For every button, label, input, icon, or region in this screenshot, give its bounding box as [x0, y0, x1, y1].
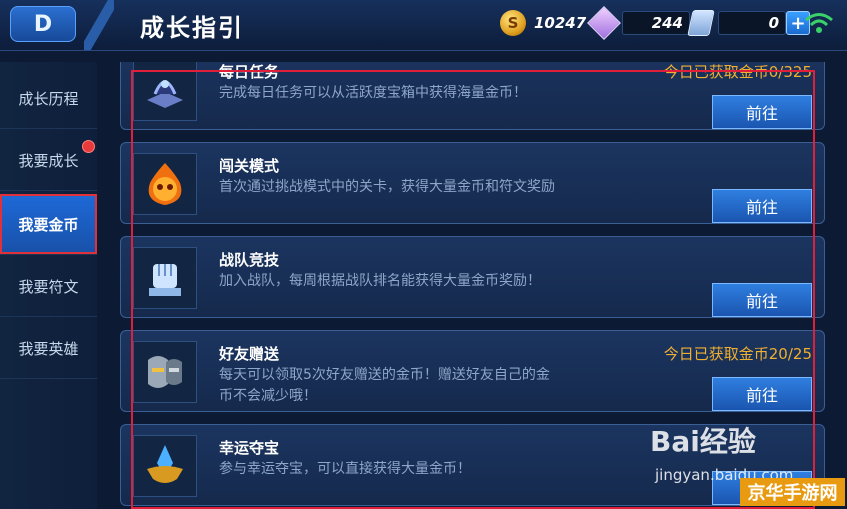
go-button[interactable]: 前往: [712, 283, 812, 317]
task-description: 参与幸运夺宝，可以直接获得大量金币！: [219, 461, 471, 477]
task-description: 首次通过挑战模式中的关卡，获得大量金币和符文奖励: [219, 179, 555, 195]
task-title: 幸运夺宝: [219, 439, 280, 457]
task-progress: 今日已获取金币20/25: [663, 345, 812, 363]
sidebar-item-heroes[interactable]: 我要英雄: [0, 318, 97, 379]
fist-icon: [133, 247, 197, 309]
task-card-friends: 好友赠送 每天可以领取5次好友赠送的金币！赠送好友自己的金币不会减少哦！ 今日已…: [120, 330, 825, 412]
task-title: 每日任务: [219, 63, 280, 81]
crystal-icon: [133, 435, 197, 497]
title-divider: [84, 0, 114, 50]
go-button[interactable]: 前往: [712, 95, 812, 129]
diamond-icon: [587, 6, 621, 40]
sidebar-item-growth-history[interactable]: 成长历程: [0, 68, 97, 129]
task-title: 战队竞技: [219, 251, 280, 269]
watermark-site: 京华手游网: [740, 478, 845, 506]
sidebar-item-grow[interactable]: 我要成长: [0, 130, 97, 191]
voucher-amount: 0: [768, 14, 779, 32]
go-button[interactable]: 前往: [712, 377, 812, 411]
watermark-brand: Bai经验: [650, 425, 756, 458]
diamond-counter: 244: [587, 6, 690, 40]
sidebar-item-runes[interactable]: 我要符文: [0, 256, 97, 317]
task-description: 加入战队，每周根据战队排名能获得大量金币奖励！: [219, 273, 541, 289]
task-progress: 今日已获取金币0/325: [663, 63, 812, 81]
go-button[interactable]: 前往: [712, 189, 812, 223]
book-icon: [133, 62, 197, 121]
task-card-team: 战队竞技 加入战队，每周根据战队排名能获得大量金币奖励！ 前往: [120, 236, 825, 318]
flame-skull-icon: [133, 153, 197, 215]
wifi-icon: [805, 13, 833, 33]
sidebar: 成长历程 我要成长 我要金币 我要符文 我要英雄: [0, 62, 97, 509]
voucher-counter: 0 +: [687, 10, 810, 36]
gold-coin-icon: S: [500, 10, 526, 36]
back-button[interactable]: D: [10, 6, 76, 42]
gold-amount: 10247: [534, 14, 587, 32]
task-card-daily: 每日任务 完成每日任务可以从活跃度宝箱中获得海量金币！ 今日已获取金币0/325…: [120, 62, 825, 130]
task-description: 每天可以领取5次好友赠送的金币！赠送好友自己的金币不会减少哦！: [219, 367, 550, 404]
gold-counter: S 10247: [500, 10, 586, 36]
back-arrow-icon: D: [33, 11, 53, 37]
diamond-amount: 244: [651, 14, 683, 32]
task-description: 完成每日任务可以从活跃度宝箱中获得海量金币！: [219, 85, 527, 101]
page-title: 成长指引: [140, 14, 244, 42]
sidebar-item-gold[interactable]: 我要金币: [0, 194, 97, 255]
helmets-icon: [133, 341, 197, 403]
task-title: 好友赠送: [219, 345, 280, 363]
voucher-icon: [687, 10, 715, 36]
notification-dot: [82, 140, 95, 153]
top-bar: D 成长指引 S 10247 244 0 +: [0, 0, 847, 51]
task-title: 闯关模式: [219, 157, 280, 175]
task-card-campaign: 闯关模式 首次通过挑战模式中的关卡，获得大量金币和符文奖励 前往: [120, 142, 825, 224]
